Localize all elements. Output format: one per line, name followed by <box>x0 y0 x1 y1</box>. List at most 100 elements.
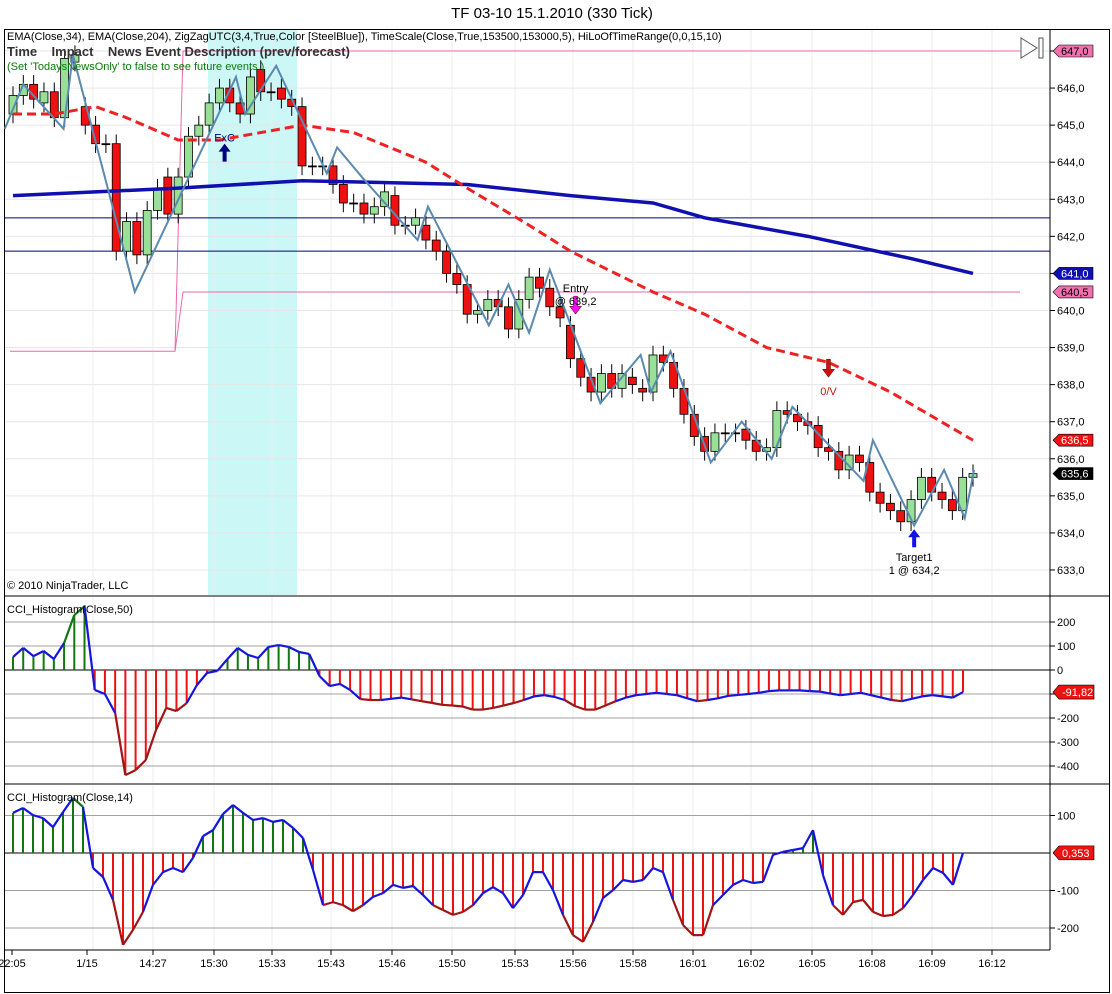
candle-body <box>555 306 565 319</box>
cci-line-segment <box>752 880 764 885</box>
candle-body <box>359 202 369 215</box>
cci-line-segment <box>441 703 453 707</box>
price-tick-label: 646,0 <box>1057 83 1085 95</box>
candle-body <box>927 476 937 493</box>
candle-body <box>369 206 379 215</box>
price-tag: 641,0 <box>1052 267 1094 280</box>
time-tick-label: 22:05 <box>0 958 26 970</box>
time-tick-label: 16:02 <box>737 958 765 970</box>
cci-line-segment <box>727 693 739 698</box>
cci-line-segment <box>850 691 861 696</box>
price-tick-label: 642,0 <box>1057 231 1085 243</box>
candle-body <box>596 373 606 393</box>
candle-body <box>896 510 906 523</box>
candle-body <box>132 221 142 256</box>
candle-body <box>710 432 720 452</box>
candle-body <box>473 310 482 315</box>
annotation-label: ExC <box>214 133 235 145</box>
time-tick-label: 16:12 <box>978 958 1006 970</box>
candle <box>297 97 307 176</box>
candle-body <box>772 410 782 449</box>
price-tag: 647,0 <box>1052 44 1094 58</box>
candle-body <box>875 491 885 504</box>
candle-body <box>153 187 162 211</box>
cci-line-segment <box>768 689 780 693</box>
cci-tick-label: 200 <box>1057 617 1075 629</box>
cci-tick-label: -400 <box>1057 761 1079 773</box>
time-tick-label: 16:05 <box>798 958 826 970</box>
time-tick-label: 15:30 <box>200 958 228 970</box>
candle <box>111 134 121 261</box>
time-tick-label: 15:46 <box>378 958 406 970</box>
cci-panel-title: CCI_Histogram(Close,14) <box>7 792 133 804</box>
annotation-label: 0/V <box>820 386 837 398</box>
price-tag-label: 635,6 <box>1061 469 1089 481</box>
price-tag: 636,5 <box>1052 433 1094 447</box>
price-tag: 640,5 <box>1052 285 1094 299</box>
indicator-list: EMA(Close,34), EMA(Close,204), ZigZagUTC… <box>7 31 722 43</box>
price-tag-label: 641,0 <box>1061 268 1089 280</box>
time-tick-label: 16:01 <box>679 958 707 970</box>
price-tick-label: 640,0 <box>1057 305 1085 317</box>
candle-body <box>442 250 451 274</box>
candle-body <box>39 91 49 104</box>
cci-line-segment <box>380 697 392 702</box>
price-tick-label: 638,0 <box>1057 380 1085 392</box>
candle-body <box>338 184 348 204</box>
cci-line-segment <box>533 694 545 698</box>
candle-body <box>452 273 462 285</box>
time-tick-label: 15:58 <box>619 958 647 970</box>
candle-body <box>545 287 555 308</box>
time-tick-label: 16:09 <box>918 958 946 970</box>
cci-line-segment <box>799 689 810 693</box>
price-tag-label: 647,0 <box>1061 46 1089 58</box>
cci-tick-label: 0 <box>1057 665 1063 677</box>
cci-line-segment <box>646 691 657 696</box>
candle-body <box>535 276 544 289</box>
cci-line-segment <box>748 691 759 696</box>
candle-body <box>204 102 214 126</box>
candle-body <box>307 165 317 168</box>
cci-tick-label: -200 <box>1057 713 1079 725</box>
candle-body <box>947 499 957 512</box>
cci-line-segment <box>390 696 402 700</box>
price-tick-label: 633,0 <box>1057 565 1085 577</box>
cci-line-segment <box>882 913 894 918</box>
candle-body <box>276 87 286 100</box>
price-tag-label: 636,5 <box>1061 435 1089 447</box>
candle-body <box>421 224 431 241</box>
candle-body <box>215 87 224 104</box>
candle-body <box>524 276 534 300</box>
cci-tick-label: 100 <box>1057 811 1075 823</box>
cci-panel-title: CCI_Histogram(Close,50) <box>7 604 133 616</box>
time-tick-label: 1/15 <box>76 958 97 970</box>
price-tick-label: 639,0 <box>1057 343 1085 355</box>
time-tick-label: 15:33 <box>258 958 286 970</box>
price-tag: 635,6 <box>1052 467 1094 481</box>
candle-body <box>483 298 493 311</box>
candle-body <box>504 306 513 330</box>
cci-tick-label: -200 <box>1057 923 1079 935</box>
news-note: (Set 'TodaysNewsOnly' to false to see fu… <box>7 61 264 73</box>
cci-line-segment <box>666 692 678 697</box>
time-tick-label: 15:56 <box>559 958 587 970</box>
cci-value-label: 0,353 <box>1062 848 1090 860</box>
candle-body <box>916 476 926 500</box>
chart-window: TF 03-10 15.1.2010 (330 Tick) 647,0 646,0… <box>0 0 1112 994</box>
cci-line-segment <box>697 698 708 703</box>
annotation-sublabel: @ 639,2 <box>555 296 597 308</box>
price-tick-label: 645,0 <box>1057 120 1085 132</box>
news-time-band <box>208 30 297 595</box>
candle-body <box>431 239 441 252</box>
cci-line-segment <box>452 704 463 708</box>
candle-body <box>627 376 637 386</box>
price-tick-label: 636,0 <box>1057 454 1085 466</box>
candle-body <box>411 217 420 226</box>
cci-value-label: -91,82 <box>1062 687 1093 699</box>
candle-body <box>101 143 111 146</box>
cci-line-segment <box>656 691 667 696</box>
time-tick-label: 14:27 <box>139 958 167 970</box>
time-tick-label: 15:53 <box>501 958 529 970</box>
candle-body <box>349 202 359 205</box>
cci-line-segment <box>922 694 933 698</box>
